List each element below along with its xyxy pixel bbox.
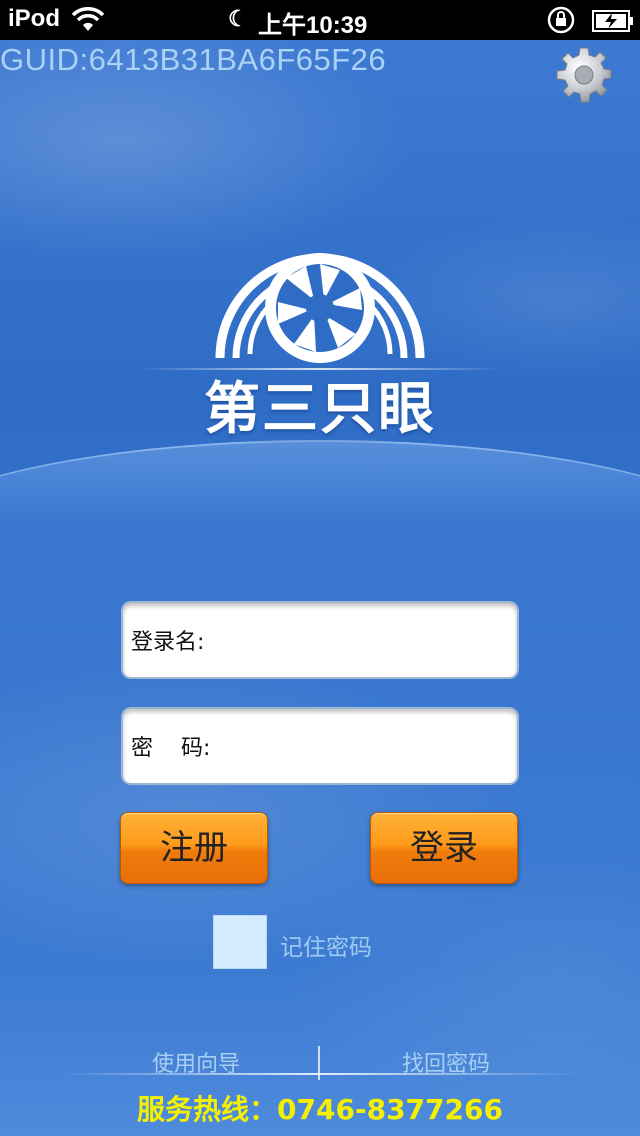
moon-icon: ☾ [228,6,248,31]
remember-password-label: 记住密码 [280,935,372,961]
wifi-icon [71,7,105,38]
password-label: 密 码: [131,736,211,761]
status-bar: iPod ☾ 上午10:39 [0,0,640,40]
username-input[interactable] [208,610,517,670]
rotation-lock-icon [546,6,576,39]
footer-divider [60,1073,580,1075]
password-input[interactable] [214,716,517,776]
service-hotline: 服务热线：0746-8377266 [137,1093,503,1126]
gear-icon[interactable] [554,46,614,106]
battery-charging-icon [592,10,634,37]
remember-password-checkbox[interactable] [213,915,267,969]
username-label: 登录名: [131,630,205,655]
brand-name: 第三只眼 [204,377,436,442]
username-field[interactable]: 登录名: [121,601,519,679]
background-curve [0,440,640,1136]
carrier-label: iPod [8,5,60,32]
login-button[interactable]: 登录 [370,812,518,884]
status-time: 上午10:39 [258,12,368,39]
register-button[interactable]: 注册 [120,812,268,884]
password-field[interactable]: 密 码: [121,707,519,785]
guid-label: GUID:6413B31BA6F65F26 [0,42,387,77]
login-screen: iPod ☾ 上午10:39 GUID:6413B31BA6F65F26 第三只… [0,0,640,1136]
